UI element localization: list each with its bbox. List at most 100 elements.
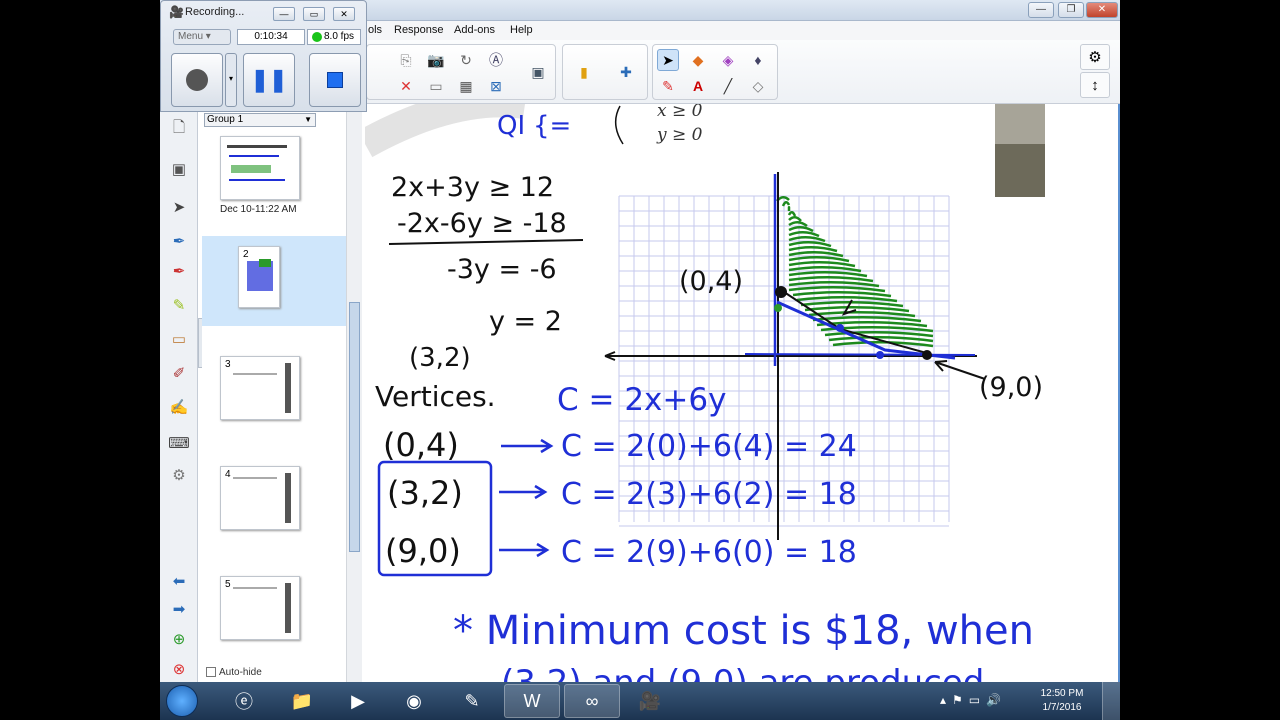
record-options-dropdown[interactable]: ▾ [225,53,237,107]
menu-addons[interactable]: Add-ons [454,24,495,36]
pen-tool-icon[interactable]: ✒ [166,228,192,254]
media-player-icon[interactable]: ▶ [330,684,386,718]
gallery-icon[interactable]: ▣ [166,156,192,182]
status-dot-icon [312,32,322,42]
document-camera-icon[interactable]: ▣ [527,61,549,83]
recorder-close-button[interactable]: ✕ [333,7,355,21]
screenshot-icon[interactable]: 📷 [425,49,447,71]
record-icon [186,69,208,91]
page-sorter-panel: Group 1 ▼ Dec 10-11:22 AM 2 3 4 5 Auto-h… [202,112,360,682]
recorder-minimize-button[interactable]: — [273,7,295,21]
recorder-menu-button[interactable]: Menu ▾ [173,29,231,45]
file-explorer-icon[interactable]: 📁 [274,684,330,718]
system-tray[interactable]: ▴⚑▭🔊 [940,693,1007,707]
constraint-y: y ≥ 0 [656,125,703,145]
equation-4: y = 2 [489,306,562,337]
add-page-icon[interactable]: ⊕ [166,626,192,652]
line-icon[interactable]: ╱ [717,75,739,97]
page-thumbnail-1[interactable] [220,136,300,200]
word-icon[interactable]: W [504,684,560,718]
vertex-row-3: (9,0) [385,532,461,570]
intersection-point: (3,2) [409,343,471,373]
show-desktop-button[interactable] [1102,682,1120,720]
vertex-row-2: (3,2) [387,474,463,512]
text-icon[interactable]: A [687,75,709,97]
eraser-tool-icon[interactable]: ▭ [166,326,192,352]
spellcheck-icon[interactable]: Ⓐ [485,49,507,71]
drawing-tool-group: ➤ ◆ ◈ ♦ ✎ A ╱ ◇ [652,44,778,100]
vertices-label: Vertices. [375,380,496,413]
page-sorter-icon[interactable]: 🗋 [166,116,192,142]
recorder-restore-button[interactable]: ▭ [303,7,325,21]
menu-response[interactable]: Response [394,24,444,36]
magic-pen-icon[interactable]: ✐ [166,360,192,386]
region-label: QI [497,111,525,141]
page-1-caption: Dec 10-11:22 AM [220,204,297,215]
settings-gear-icon[interactable]: ⚙ [166,462,192,488]
menu-help[interactable]: Help [510,24,533,36]
evaluation-row-3: C = 2(9)+6(0) = 18 [561,535,857,570]
rotate-icon[interactable]: ↻ [455,49,477,71]
close-button[interactable]: ✕ [1086,2,1118,18]
recording-fps: 8.0 fps [307,29,361,45]
delete-page-icon[interactable]: ⊗ [166,656,192,682]
next-page-icon[interactable]: ➡ [166,596,192,622]
recorder-app-icon[interactable]: 🎥 [622,684,678,718]
restore-button[interactable]: ❐ [1058,2,1084,18]
shapes-icon[interactable]: ◆ [687,49,709,71]
page-thumbnail-3[interactable]: 3 [220,356,300,420]
taskbar-clock[interactable]: 12:50 PM 1/7/2016 [1032,687,1092,715]
screen-shade-icon[interactable]: ▭ [425,75,447,97]
page-thumbnail-4[interactable]: 4 [220,466,300,530]
minimize-button[interactable]: — [1028,2,1054,18]
lesson-activity-icon[interactable]: ▮ [573,61,595,83]
brace-mark: {= [533,111,571,141]
notes-icon[interactable]: ✍ [166,394,192,420]
menu-tools[interactable]: ols [368,24,382,36]
notebook-app-icon[interactable]: ✎ [444,684,500,718]
keyboard-icon[interactable]: ⌨ [166,430,192,456]
highlighter-icon[interactable]: ✎ [166,292,192,318]
autohide-checkbox[interactable]: Auto-hide [206,667,262,678]
page-thumbnail-5[interactable]: 5 [220,576,300,640]
recorder-window: 🎥 Recording... — ▭ ✕ Menu ▾ 0:10:34 8.0 … [160,0,367,112]
stop-button[interactable] [309,53,361,107]
chrome-icon[interactable]: ◉ [386,684,442,718]
conclusion-line-1: * Minimum cost is $18, when [453,608,1034,654]
pen-icon[interactable]: ✎ [657,75,679,97]
gear-icon[interactable]: ⚙ [1080,44,1110,70]
table-icon[interactable]: ▦ [455,75,477,97]
left-tool-strip: 🗋 ▣ ➤ ✒ ✒ ✎ ▭ ✐ ✍ ⌨ ⚙ ⬅ ➡ ⊕ ⊗ « [160,112,216,682]
clear-page-icon[interactable]: ⊠ [485,75,507,97]
scrollbar-thumb[interactable] [349,302,360,552]
group-dropdown[interactable]: Group 1 ▼ [204,113,316,127]
evaluation-row-1: C = 2(0)+6(4) = 24 [561,429,857,464]
chevron-down-icon: ▼ [304,115,312,124]
objective-function: C = 2x+6y [557,382,726,418]
windows-taskbar: ⓔ 📁 ▶ ◉ ✎ W ∞ 🎥 ▴⚑▭🔊 12:50 PM 1/7/2016 [160,682,1120,720]
recorder-title: Recording... [185,6,245,18]
page-thumbnail-2[interactable]: 2 [238,246,280,308]
properties-icon[interactable]: ◇ [747,75,769,97]
addon-icon[interactable]: ✚ [615,61,637,83]
notebook-window-icon[interactable]: ∞ [564,684,620,718]
delete-icon[interactable]: ✕ [395,75,417,97]
pause-button[interactable]: ❚❚ [243,53,295,107]
smart-notebook-screen: — ❐ ✕ ols Response Add-ons Help ⎘ 📷 ↻ Ⓐ … [160,0,1120,720]
eraser-icon[interactable]: ◈ [717,49,739,71]
move-toolbar-icon[interactable]: ↕ [1080,72,1110,98]
start-button[interactable] [166,685,198,717]
select-arrow-icon[interactable]: ➤ [657,49,679,71]
record-button[interactable] [171,53,223,107]
select-tool-icon[interactable]: ➤ [166,194,192,220]
page-sorter-scrollbar[interactable] [346,112,362,682]
fill-icon[interactable]: ♦ [747,49,769,71]
whiteboard-drawing: QI {= x ≥ 0 y ≥ 0 2x+3y ≥ 12 -2x-6y ≥ -1… [365,104,1045,682]
copy-icon[interactable]: ⎘ [395,49,417,71]
whiteboard-canvas[interactable]: QI {= x ≥ 0 y ≥ 0 2x+3y ≥ 12 -2x-6y ≥ -1… [365,104,1120,682]
internet-explorer-icon[interactable]: ⓔ [216,684,272,718]
addons-tool-group: ▮ ✚ [562,44,648,100]
recorder-icon: 🎥 [169,5,184,19]
creative-pen-icon[interactable]: ✒ [166,258,192,284]
previous-page-icon[interactable]: ⬅ [166,568,192,594]
